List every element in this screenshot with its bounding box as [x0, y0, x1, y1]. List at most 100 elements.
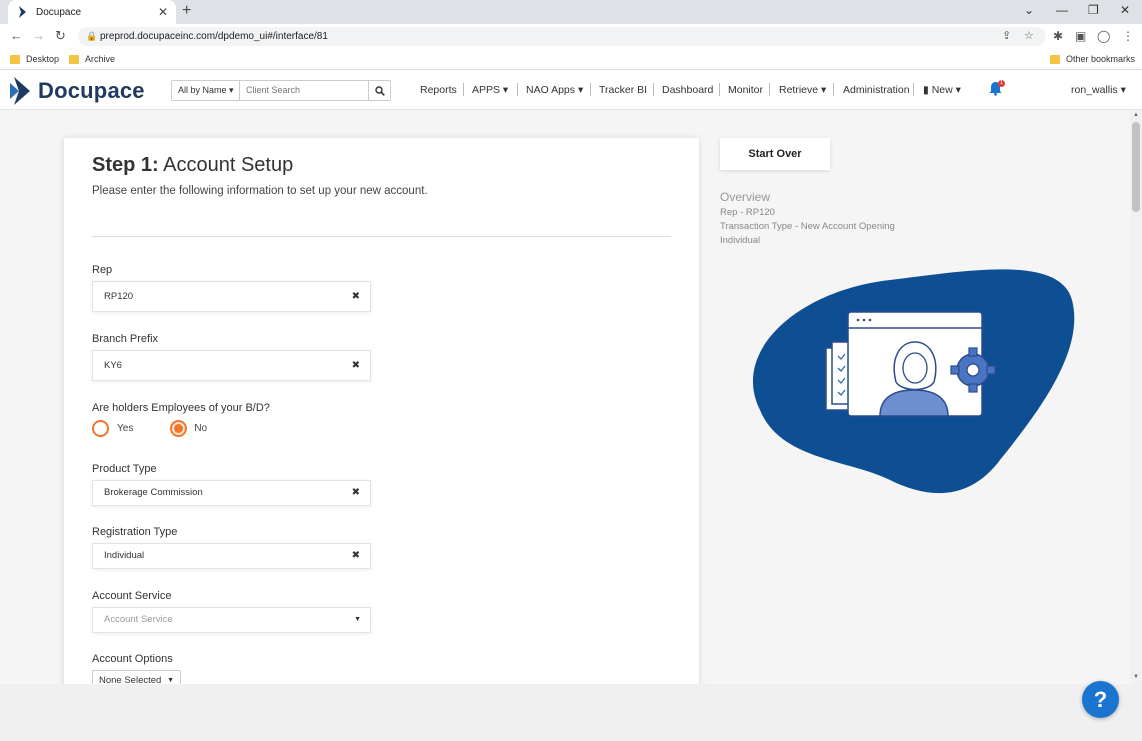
nav-divider — [517, 83, 518, 96]
clear-rep-icon[interactable]: ✖ — [352, 282, 360, 311]
registration-type-field[interactable]: Individual ✖ — [92, 543, 371, 569]
restore-icon[interactable]: ❐ — [1088, 3, 1099, 17]
nav-administration[interactable]: Administration — [843, 84, 910, 96]
browser-tab[interactable]: Docupace ✕ — [8, 0, 176, 24]
overview-rep: Rep - RP120 — [720, 207, 775, 218]
page-scrollbar[interactable]: ▲ ▼ — [1130, 110, 1142, 684]
docupace-logo-icon — [10, 77, 30, 105]
tab-close-icon[interactable]: ✕ — [158, 5, 168, 19]
browser-tab-strip: Docupace ✕ + ⌄ — ❐ ✕ — [0, 0, 1142, 24]
rep-label: Rep — [92, 264, 113, 276]
account-service-select[interactable]: Account Service ▼ — [92, 607, 371, 633]
registration-type-label: Registration Type — [92, 526, 178, 538]
nav-nao-apps[interactable]: NAO Apps ▾ — [526, 84, 583, 96]
nav-retrieve[interactable]: Retrieve ▾ — [779, 84, 826, 96]
clear-branch-prefix-icon[interactable]: ✖ — [352, 351, 360, 380]
start-over-button[interactable]: Start Over — [720, 138, 830, 170]
clear-product-type-icon[interactable]: ✖ — [352, 481, 360, 505]
nav-retrieve-label: Retrieve — [779, 84, 819, 96]
share-icon[interactable]: ⇪ — [1002, 27, 1011, 46]
document-icon: ▮ — [923, 84, 929, 96]
branch-prefix-field[interactable]: KY6 ✖ — [92, 350, 371, 381]
tab-search-chevron-icon[interactable]: ⌄ — [1024, 3, 1034, 17]
search-icon — [374, 85, 385, 96]
nav-divider — [769, 83, 770, 96]
scroll-up-icon[interactable]: ▲ — [1133, 112, 1139, 118]
main-content: Step 1: Account Setup Please enter the f… — [0, 110, 1130, 684]
employee-question-label: Are holders Employees of your B/D? — [92, 402, 270, 414]
question-icon: ? — [1093, 687, 1108, 712]
page-subtitle: Please enter the following information t… — [92, 185, 428, 197]
minimize-icon[interactable]: — — [1056, 3, 1068, 17]
browser-menu-icon[interactable]: ⋮ — [1122, 29, 1134, 43]
account-setup-card: Step 1: Account Setup Please enter the f… — [64, 138, 699, 684]
nav-divider — [463, 83, 464, 96]
nav-divider — [719, 83, 720, 96]
search-mode-label: All by Name — [178, 85, 227, 95]
radio-no-label: No — [194, 423, 208, 434]
nav-apps[interactable]: APPS ▾ — [472, 84, 508, 96]
account-options-value: None Selected — [99, 675, 162, 684]
account-setup-illustration — [752, 269, 1075, 494]
page-title: Step 1: Account Setup — [92, 154, 293, 177]
branch-prefix-value: KY6 — [104, 360, 122, 371]
nav-tracker-bi[interactable]: Tracker BI — [599, 84, 647, 96]
client-search-input[interactable] — [240, 81, 368, 100]
nav-new-label: New — [931, 84, 953, 96]
radio-yes[interactable] — [92, 420, 109, 437]
employee-radio-group: Yes No — [92, 420, 207, 437]
rep-field[interactable]: RP120 ✖ — [92, 281, 371, 312]
help-button[interactable]: ? — [1082, 681, 1119, 718]
search-mode-dropdown[interactable]: All by Name ▾ — [172, 81, 240, 100]
account-options-label: Account Options — [92, 653, 173, 665]
address-bar[interactable]: 🔒 preprod.docupaceinc.com/dpdemo_ui#/int… — [78, 27, 1046, 46]
nav-divider — [653, 83, 654, 96]
forward-icon[interactable]: → — [32, 28, 45, 43]
back-icon[interactable]: ← — [10, 28, 23, 43]
folder-icon — [10, 54, 20, 64]
radio-no[interactable] — [170, 420, 188, 437]
chevron-down-icon: ▼ — [167, 677, 174, 684]
nav-dashboard[interactable]: Dashboard — [662, 84, 713, 96]
account-options-multiselect[interactable]: None Selected ▼ — [92, 670, 181, 684]
url-text: preprod.docupaceinc.com/dpdemo_ui#/inter… — [100, 31, 328, 42]
overview-registration: Individual — [720, 235, 761, 246]
bookmark-archive[interactable]: Archive — [69, 54, 115, 64]
scroll-thumb[interactable] — [1132, 122, 1140, 212]
clear-registration-type-icon[interactable]: ✖ — [352, 544, 360, 568]
bookmarks-bar: Desktop Archive Other bookmarks — [0, 49, 1142, 70]
product-type-field[interactable]: Brokerage Commission ✖ — [92, 480, 371, 506]
step-title: Account Setup — [163, 154, 294, 176]
account-service-placeholder: Account Service — [104, 614, 173, 625]
docupace-logo[interactable]: Docupace — [10, 77, 145, 105]
extensions-icon[interactable]: ✱ — [1053, 29, 1063, 43]
folder-icon — [1050, 54, 1060, 64]
lock-icon: 🔒 — [86, 31, 98, 41]
nav-reports[interactable]: Reports — [420, 84, 457, 96]
nav-new[interactable]: ▮ New ▾ — [923, 84, 961, 96]
bookmark-star-icon[interactable]: ☆ — [1024, 27, 1034, 46]
chevron-down-icon: ▼ — [354, 616, 361, 623]
new-tab-icon[interactable]: + — [182, 2, 191, 20]
user-menu[interactable]: ron_wallis ▾ — [1071, 84, 1126, 96]
account-service-label: Account Service — [92, 590, 172, 602]
section-divider — [92, 236, 671, 237]
reload-icon[interactable]: ↻ — [55, 28, 66, 44]
close-window-icon[interactable]: ✕ — [1120, 3, 1130, 17]
scroll-down-icon[interactable]: ▼ — [1133, 674, 1139, 680]
overview-title: Overview — [720, 190, 771, 204]
nav-apps-label: APPS — [472, 84, 501, 96]
notification-count-badge: 1 — [998, 80, 1005, 87]
tab-title: Docupace — [36, 6, 82, 18]
profile-icon[interactable]: ◯ — [1097, 29, 1110, 43]
side-panel-icon[interactable]: ▣ — [1075, 29, 1086, 43]
overview-transaction-type: Transaction Type - New Account Opening — [720, 221, 895, 232]
bookmark-label: Desktop — [26, 54, 60, 64]
bookmark-desktop[interactable]: Desktop — [10, 54, 59, 64]
nav-divider — [833, 83, 834, 96]
folder-icon — [69, 54, 79, 64]
other-bookmarks[interactable]: Other bookmarks — [1050, 54, 1135, 64]
nav-monitor[interactable]: Monitor — [728, 84, 763, 96]
nav-divider — [913, 83, 914, 96]
search-button[interactable] — [368, 81, 390, 100]
